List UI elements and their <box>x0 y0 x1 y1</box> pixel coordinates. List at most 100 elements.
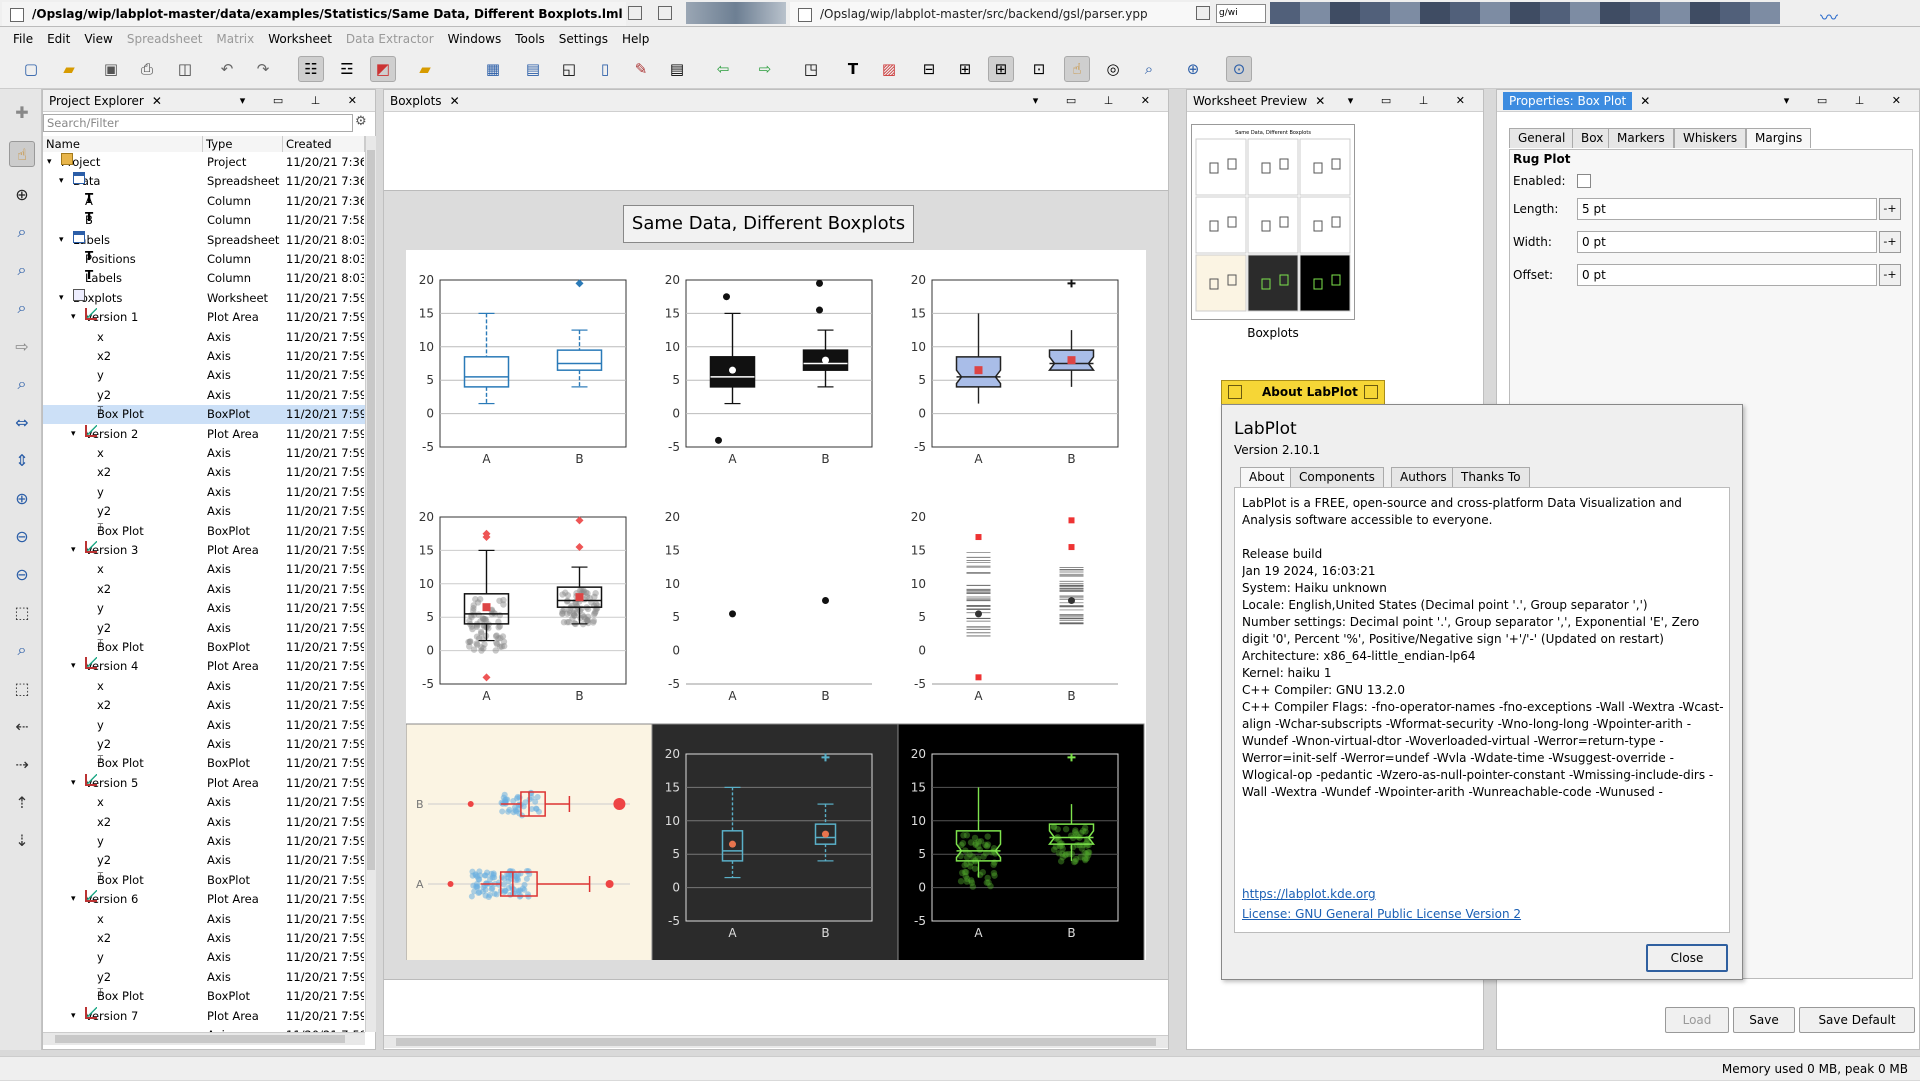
expand-arrow-icon[interactable]: ▾ <box>71 657 76 676</box>
image-icon[interactable]: ▨ <box>876 56 902 82</box>
layout-vertical-icon[interactable]: ☷ <box>298 56 324 82</box>
close-icon[interactable]: ✕ <box>1640 94 1650 108</box>
offset-input[interactable]: 0 pt <box>1577 264 1877 286</box>
select-hand-icon[interactable]: ☝ <box>1064 56 1090 82</box>
new-file-icon[interactable]: ▢ <box>18 56 44 82</box>
tree-row[interactable]: ⌶ Box Plot BoxPlot 11/20/21 7:59 <box>43 405 365 425</box>
tree-row[interactable]: y2 Axis 11/20/21 7:59 <box>43 851 365 870</box>
width-stepper[interactable]: -+ <box>1879 231 1901 253</box>
close-box-icon[interactable] <box>1228 385 1242 399</box>
about-tab-thanks[interactable]: Thanks To <box>1452 467 1530 487</box>
lasso-icon[interactable]: ◎ <box>1100 56 1126 82</box>
menu-view[interactable]: View <box>77 27 119 51</box>
fit-height-icon[interactable]: ⊞ <box>952 56 978 82</box>
window-tab-active[interactable]: /Opslag/wip/labplot-master/data/examples… <box>2 2 626 26</box>
data-picker-icon[interactable]: ✎ <box>628 56 654 82</box>
tree-row[interactable]: x Axis 11/20/21 7:59 <box>43 677 365 696</box>
tree-row[interactable]: x Axis 11/20/21 7:59 <box>43 328 365 347</box>
tree-row[interactable]: T Positions Column 11/20/21 8:03 <box>43 250 365 269</box>
about-tab-authors[interactable]: Authors <box>1391 467 1456 487</box>
zoom-in-icon[interactable]: ⊕ <box>9 485 35 511</box>
tree-row[interactable]: ⌶ Box Plot BoxPlot 11/20/21 7:59 <box>43 521 365 541</box>
tab-margins[interactable]: Margins <box>1746 128 1812 148</box>
expand-arrow-icon[interactable]: ▾ <box>59 289 64 308</box>
print-icon[interactable]: ⎙ <box>134 56 160 82</box>
scale-auto-y-icon[interactable]: ⇕ <box>9 447 35 473</box>
expand-arrow-icon[interactable]: ▾ <box>71 890 76 909</box>
third-tab[interactable]: g/wi <box>1216 4 1266 23</box>
expand-arrow-icon[interactable]: ▾ <box>71 774 76 793</box>
preview-thumbnail[interactable]: Same Data, Different Boxplots <box>1191 124 1355 320</box>
shift-up-icon[interactable]: ⇡ <box>9 789 35 815</box>
new-matrix-icon[interactable]: ▤ <box>520 56 546 82</box>
tree-row[interactable]: T Labels Column 11/20/21 8:03 <box>43 269 365 288</box>
tree-row[interactable]: ▾ Version 7 Plot Area 11/20/21 7:59 <box>43 1006 365 1026</box>
about-tab-components[interactable]: Components <box>1290 467 1384 487</box>
tree-row[interactable]: y2 Axis 11/20/21 7:59 <box>43 502 365 521</box>
undo-icon[interactable]: ↶ <box>214 56 240 82</box>
tree-row[interactable]: ⌶ Box Plot BoxPlot 11/20/21 7:59 <box>43 754 365 773</box>
tree-row[interactable]: x Axis 11/20/21 7:59 <box>43 444 365 463</box>
tree-row[interactable]: y Axis 11/20/21 7:59 <box>43 599 365 618</box>
zoom-x-selection-icon[interactable]: ⌕ <box>9 257 35 283</box>
tree-row[interactable]: ▾ Data Spreadsheet 11/20/21 7:36 <box>43 172 365 191</box>
select-region-icon[interactable]: ⬚ <box>9 599 35 625</box>
tab-whiskers[interactable]: Whiskers <box>1674 128 1747 148</box>
dock-icons[interactable]: ▾ ▭ ⊥ ✕ <box>240 90 369 112</box>
tree-row[interactable]: y2 Axis 11/20/21 7:59 <box>43 619 365 638</box>
add-icon[interactable]: ✚ <box>9 99 35 125</box>
zoom-box-icon[interactable] <box>628 6 642 20</box>
about-tab-about[interactable]: About <box>1240 467 1294 487</box>
import-icon[interactable]: ⇦ <box>710 56 736 82</box>
tree-row[interactable]: ▾ Version 3 Plot Area 11/20/21 7:59 <box>43 541 365 560</box>
zoom-fit-icon[interactable]: ⊙ <box>1226 56 1252 82</box>
worksheet-title-label[interactable]: Same Data, Different Boxplots <box>623 205 914 243</box>
tab-markers[interactable]: Markers <box>1608 128 1674 148</box>
tree-row[interactable]: y2 Axis 11/20/21 7:59 <box>43 735 365 754</box>
zoom-out-x-icon[interactable]: ⊖ <box>9 561 35 587</box>
zoom-in-icon[interactable]: ⊕ <box>1180 56 1206 82</box>
expand-arrow-icon[interactable]: ▾ <box>71 1007 76 1026</box>
worksheet-tab-title[interactable]: Boxplots <box>390 94 442 108</box>
tree-vscrollbar[interactable] <box>365 136 376 1032</box>
load-button[interactable]: Load <box>1665 1007 1729 1033</box>
menu-worksheet[interactable]: Worksheet <box>261 27 339 51</box>
tree-row[interactable]: x2 Axis 11/20/21 7:59 <box>43 580 365 599</box>
tree-row[interactable]: ▾ Project Project 11/20/21 7:36 <box>43 153 365 172</box>
arrow-icon[interactable]: ⇨ <box>9 333 35 359</box>
new-worksheet-icon[interactable]: ◱ <box>556 56 582 82</box>
tree-row[interactable]: ▾ Version 4 Plot Area 11/20/21 7:59 <box>43 657 365 676</box>
search-input[interactable]: Search/Filter <box>43 114 353 132</box>
tree-row[interactable]: x2 Axis 11/20/21 7:59 <box>43 813 365 832</box>
text-label-icon[interactable]: T <box>840 56 866 82</box>
menu-help[interactable]: Help <box>615 27 656 51</box>
offset-stepper[interactable]: -+ <box>1879 264 1901 286</box>
tree-row[interactable]: x Axis 11/20/21 7:59 <box>43 560 365 579</box>
col-header-created[interactable]: Created <box>283 136 365 152</box>
menu-tools[interactable]: Tools <box>508 27 552 51</box>
tree-row[interactable]: y Axis 11/20/21 7:59 <box>43 716 365 735</box>
close-icon[interactable]: ✕ <box>450 94 460 108</box>
export-icon[interactable]: ⇨ <box>752 56 778 82</box>
plot-area-icon[interactable]: ◳ <box>798 56 824 82</box>
dock-icons[interactable]: ▾ ▭ ⊥ ✕ <box>1784 90 1913 112</box>
tree-row[interactable]: ⌶ Box Plot BoxPlot 11/20/21 7:59 <box>43 638 365 657</box>
website-link[interactable]: https://labplot.kde.org <box>1242 887 1376 901</box>
settings-gear-icon[interactable]: ⚙ <box>355 114 373 132</box>
shift-right-icon[interactable]: ⇢ <box>9 751 35 777</box>
print-preview-icon[interactable]: ◫ <box>172 56 198 82</box>
new-notes-icon[interactable]: ▯ <box>592 56 618 82</box>
tree-row[interactable]: ▾ Version 5 Plot Area 11/20/21 7:59 <box>43 773 365 793</box>
tab-general[interactable]: General <box>1509 128 1575 148</box>
zoom-out-icon[interactable]: ⊖ <box>9 523 35 549</box>
tree-row[interactable]: x Axis 11/20/21 7:59 <box>43 793 365 812</box>
tree-row[interactable]: T A Column 11/20/21 7:36 <box>43 192 365 211</box>
expand-arrow-icon[interactable]: ▾ <box>71 541 76 560</box>
tree-row[interactable]: x Axis 11/20/21 7:59 <box>43 910 365 929</box>
menu-windows[interactable]: Windows <box>441 27 509 51</box>
close-icon[interactable]: ✕ <box>152 94 162 108</box>
width-input[interactable]: 0 pt <box>1577 231 1877 253</box>
tree-row[interactable]: x2 Axis 11/20/21 7:59 <box>43 463 365 482</box>
note-icon[interactable]: ▤ <box>664 56 690 82</box>
tree-row[interactable]: y Axis 11/20/21 7:59 <box>43 366 365 385</box>
